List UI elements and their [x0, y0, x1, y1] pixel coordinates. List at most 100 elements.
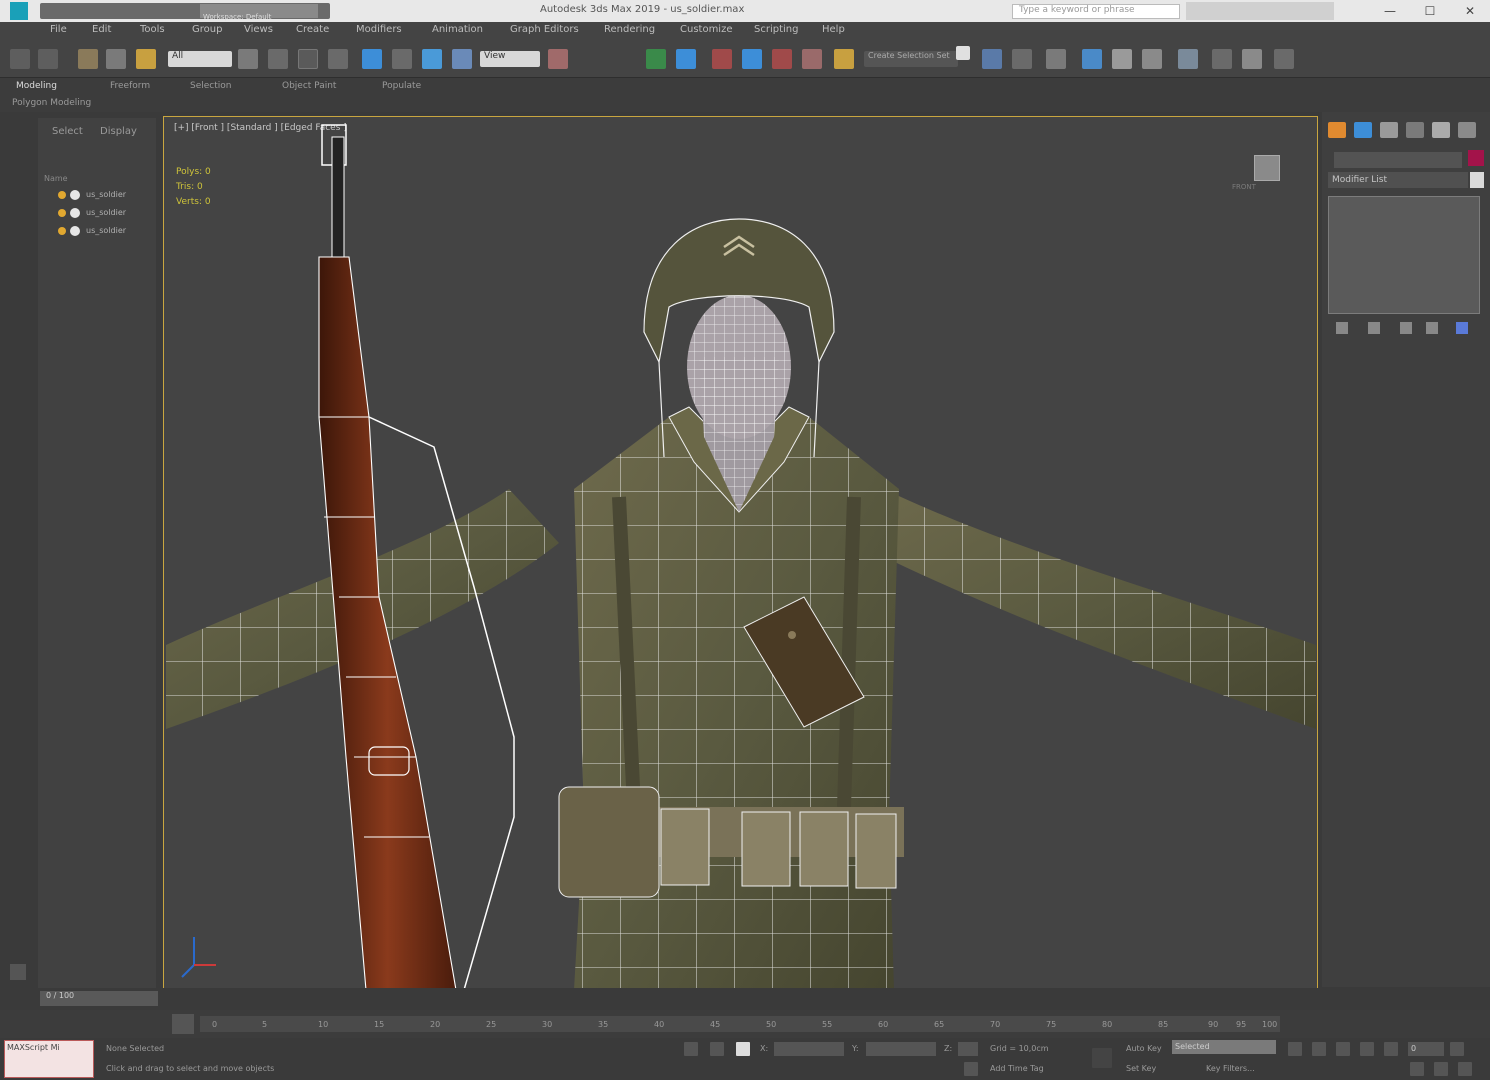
absolute-mode-icon[interactable] — [736, 1042, 750, 1056]
render-online-icon[interactable] — [1274, 49, 1294, 69]
zoom-extents-icon[interactable] — [1410, 1062, 1424, 1076]
place-icon[interactable] — [452, 49, 472, 69]
scale-icon[interactable] — [422, 49, 442, 69]
account-area[interactable] — [1186, 2, 1334, 20]
undo-icon[interactable] — [10, 49, 30, 69]
remove-modifier-icon[interactable] — [1426, 322, 1438, 334]
mirror-icon[interactable] — [834, 49, 854, 69]
menu-edit[interactable]: Edit — [92, 24, 111, 35]
menu-rendering[interactable]: Rendering — [604, 24, 655, 35]
menu-file[interactable]: File — [50, 24, 67, 35]
ribbon-tab-populate[interactable]: Populate — [382, 81, 421, 91]
y-coordinate-field[interactable] — [866, 1042, 936, 1056]
named-selection-set-button[interactable] — [956, 46, 970, 60]
angle-snap-icon[interactable] — [712, 49, 732, 69]
coordinate-system-dropdown[interactable]: View — [480, 51, 540, 67]
link-icon[interactable] — [78, 49, 98, 69]
x-coordinate-field[interactable] — [774, 1042, 844, 1056]
render-production-icon[interactable] — [1242, 49, 1262, 69]
selection-lock-icon[interactable] — [710, 1042, 724, 1056]
key-filters-button[interactable]: Key Filters... — [1206, 1064, 1255, 1073]
set-key-button[interactable]: Set Key — [1126, 1064, 1156, 1073]
select-manipulate-icon[interactable] — [646, 49, 666, 69]
scene-tab-select[interactable]: Select — [52, 126, 83, 137]
motion-tab-icon[interactable] — [1406, 122, 1424, 138]
isolate-selection-icon[interactable] — [684, 1042, 698, 1056]
auto-key-button[interactable]: Auto Key — [1126, 1044, 1162, 1053]
object-name-field[interactable] — [1334, 152, 1462, 168]
ribbon-tab-selection[interactable]: Selection — [190, 81, 231, 91]
z-coordinate-field[interactable] — [958, 1042, 978, 1056]
time-configuration-icon[interactable] — [1450, 1042, 1464, 1056]
toggle-scene-explorer-icon[interactable] — [1012, 49, 1032, 69]
menu-scripting[interactable]: Scripting — [754, 24, 798, 35]
ribbon-tab-modeling[interactable]: Modeling — [16, 81, 57, 91]
maximize-button[interactable]: ☐ — [1410, 0, 1450, 22]
render-setup-icon[interactable] — [1178, 49, 1198, 69]
move-icon[interactable] — [362, 49, 382, 69]
rotate-icon[interactable] — [392, 49, 412, 69]
current-frame-field[interactable]: 0 — [1408, 1042, 1444, 1056]
modifier-list-dropdown[interactable]: Modifier List — [1328, 172, 1468, 188]
display-tab-icon[interactable] — [1432, 122, 1450, 138]
workspace-dropdown[interactable]: Workspace: Default — [200, 4, 318, 21]
scene-object-row[interactable]: us_soldier — [58, 188, 154, 202]
search-input[interactable]: Type a keyword or phrase — [1012, 4, 1180, 19]
bind-space-warp-icon[interactable] — [136, 49, 156, 69]
pan-view-icon[interactable] — [1434, 1062, 1448, 1076]
go-to-start-icon[interactable] — [1288, 1042, 1302, 1056]
menu-customize[interactable]: Customize — [680, 24, 733, 35]
hierarchy-tab-icon[interactable] — [1380, 122, 1398, 138]
previous-frame-icon[interactable] — [1312, 1042, 1326, 1056]
object-color-swatch[interactable] — [1468, 150, 1484, 166]
scene-column-name[interactable]: Name — [44, 174, 68, 183]
mini-curve-editor-icon[interactable] — [172, 1014, 194, 1034]
named-selection-dropdown[interactable]: Create Selection Set — [864, 51, 958, 67]
configure-modifier-sets-icon[interactable] — [1456, 322, 1468, 334]
modifier-stack[interactable] — [1328, 196, 1480, 314]
menu-animation[interactable]: Animation — [432, 24, 483, 35]
minimize-button[interactable]: — — [1370, 0, 1410, 22]
app-logo-icon[interactable] — [10, 2, 28, 20]
show-end-result-icon[interactable] — [1368, 322, 1380, 334]
select-by-name-icon[interactable] — [268, 49, 288, 69]
play-icon[interactable] — [1336, 1042, 1350, 1056]
orbit-icon[interactable] — [1458, 1062, 1472, 1076]
keyboard-shortcut-override[interactable] — [580, 53, 640, 73]
close-button[interactable]: ✕ — [1450, 0, 1490, 22]
create-tab-icon[interactable] — [1328, 122, 1346, 138]
visibility-icon[interactable] — [58, 209, 66, 217]
schematic-view-icon[interactable] — [1112, 49, 1132, 69]
pin-stack-icon[interactable] — [1336, 322, 1348, 334]
align-icon[interactable] — [982, 49, 1002, 69]
maxscript-listener[interactable]: MAXScript Mi — [4, 1040, 94, 1078]
modify-tab-icon[interactable] — [1354, 122, 1372, 138]
curve-editor-icon[interactable] — [1082, 49, 1102, 69]
utilities-tab-icon[interactable] — [1458, 122, 1476, 138]
menu-group[interactable]: Group — [192, 24, 222, 35]
rendered-frame-window-icon[interactable] — [1212, 49, 1232, 69]
edit-named-selection-icon[interactable] — [802, 49, 822, 69]
front-viewport[interactable]: [+] [Front ] [Standard ] [Edged Faces ] … — [163, 116, 1318, 989]
timeline-ruler[interactable] — [200, 1016, 1280, 1032]
window-crossing-icon[interactable] — [328, 49, 348, 69]
spinner-snap-icon[interactable] — [772, 49, 792, 69]
redo-icon[interactable] — [38, 49, 58, 69]
add-time-tag-icon[interactable] — [964, 1062, 978, 1076]
snaps-toggle-icon[interactable] — [676, 49, 696, 69]
make-unique-icon[interactable] — [1400, 322, 1412, 334]
ribbon-panel-title[interactable]: Polygon Modeling — [12, 98, 91, 108]
next-frame-icon[interactable] — [1360, 1042, 1374, 1056]
visibility-icon[interactable] — [58, 227, 66, 235]
visibility-icon[interactable] — [58, 191, 66, 199]
pivot-center-icon[interactable] — [548, 49, 568, 69]
scene-tab-display[interactable]: Display — [100, 126, 137, 137]
go-to-end-icon[interactable] — [1384, 1042, 1398, 1056]
set-key-icon[interactable] — [1092, 1048, 1112, 1068]
menu-help[interactable]: Help — [822, 24, 845, 35]
menu-modifiers[interactable]: Modifiers — [356, 24, 402, 35]
ribbon-tab-object-paint[interactable]: Object Paint — [282, 81, 336, 91]
material-editor-icon[interactable] — [1142, 49, 1162, 69]
rectangular-selection-icon[interactable] — [298, 49, 318, 69]
menu-create[interactable]: Create — [296, 24, 329, 35]
